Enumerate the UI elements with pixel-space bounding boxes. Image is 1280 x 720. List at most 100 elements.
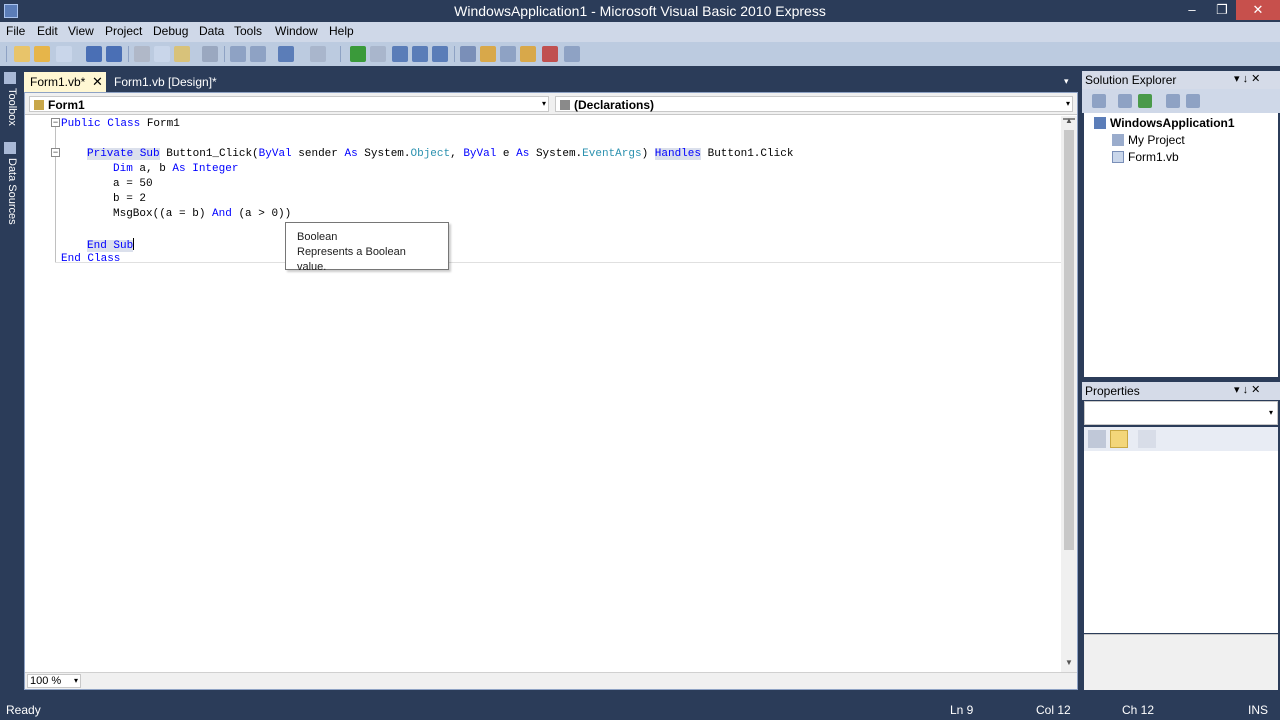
comment-icon[interactable] — [230, 46, 246, 62]
project-icon — [1094, 117, 1106, 129]
start-page-icon[interactable] — [542, 46, 558, 62]
cut-icon[interactable] — [134, 46, 150, 62]
uncomment-icon[interactable] — [250, 46, 266, 62]
tree-item-form1[interactable]: Form1.vb — [1112, 150, 1179, 164]
scroll-up-icon[interactable]: ▲ — [1065, 116, 1073, 125]
tree-item-my-project[interactable]: My Project — [1112, 133, 1185, 147]
redo-icon[interactable] — [310, 46, 326, 62]
find-icon[interactable] — [202, 46, 218, 62]
step-over-icon[interactable] — [412, 46, 428, 62]
status-insert-mode: INS — [1248, 703, 1269, 717]
step-out-icon[interactable] — [432, 46, 448, 62]
class-name-combo[interactable]: Form1 ▾ — [29, 96, 549, 112]
toolbar-separator — [224, 46, 225, 62]
toolbox-icon[interactable] — [520, 46, 536, 62]
chevron-down-icon[interactable]: ▾ — [74, 676, 78, 685]
view-designer-icon[interactable] — [1186, 94, 1200, 108]
chevron-down-icon[interactable]: ▾ — [1269, 408, 1273, 417]
code-line-7: MsgBox((a = b) And (a > 0)) — [113, 208, 292, 220]
restore-button[interactable]: ❐ — [1208, 0, 1236, 20]
add-item-icon[interactable] — [56, 46, 72, 62]
zoom-value: 100 % — [30, 675, 62, 687]
menu-debug[interactable]: Debug — [153, 24, 188, 38]
title-bar: WindowsApplication1 - Microsoft Visual B… — [0, 0, 1280, 22]
menu-project[interactable]: Project — [105, 24, 142, 38]
code-text-area[interactable]: − − Public Class Form1 Private Sub Butto… — [25, 116, 1061, 672]
solution-explorer-icon[interactable] — [460, 46, 476, 62]
scroll-thumb[interactable] — [1064, 130, 1074, 550]
show-all-files-icon[interactable] — [1118, 94, 1132, 108]
collapse-class-icon[interactable]: − — [51, 118, 60, 127]
undo-icon[interactable] — [278, 46, 294, 62]
alphabetical-icon[interactable] — [1110, 430, 1128, 448]
data-sources-tab[interactable]: Data Sources — [2, 158, 18, 225]
properties-toolbar — [1084, 427, 1278, 451]
object-selector-combo[interactable]: ▾ — [1084, 401, 1278, 425]
scroll-down-icon[interactable]: ▼ — [1065, 658, 1073, 667]
menu-file[interactable]: File — [6, 24, 25, 38]
start-debugging-icon[interactable] — [350, 46, 366, 62]
menu-help[interactable]: Help — [329, 24, 354, 38]
minimize-button[interactable]: – — [1178, 0, 1206, 20]
class-icon — [34, 100, 44, 110]
chevron-down-icon[interactable]: ▾ — [542, 99, 546, 108]
vertical-scrollbar[interactable]: ▲ ▼ — [1061, 116, 1077, 672]
tab-form1-code[interactable]: Form1.vb* ✕ — [24, 72, 106, 92]
chevron-down-icon[interactable]: ▾ — [1066, 99, 1070, 108]
toolbar-separator — [340, 46, 341, 62]
toolbar-separator — [454, 46, 455, 62]
toolbar-grip[interactable] — [6, 46, 7, 62]
toolbar-separator — [128, 46, 129, 62]
paste-icon[interactable] — [174, 46, 190, 62]
menu-tools[interactable]: Tools — [234, 24, 262, 38]
properties-title: Properties — [1085, 384, 1140, 398]
refresh-icon[interactable] — [1138, 94, 1152, 108]
open-file-icon[interactable] — [34, 46, 50, 62]
collapse-sub-icon[interactable]: − — [51, 148, 60, 157]
object-browser-icon[interactable] — [500, 46, 516, 62]
panel-pin-close-icons[interactable]: ▾ ↓ ✕ — [1234, 383, 1260, 396]
property-grid[interactable] — [1084, 451, 1278, 633]
menu-edit[interactable]: Edit — [37, 24, 58, 38]
panel-pin-close-icons[interactable]: ▾ ↓ ✕ — [1234, 72, 1260, 85]
property-description-pane — [1084, 634, 1278, 690]
horizontal-scrollbar[interactable]: 100 % ▾ — [25, 672, 1077, 689]
properties-header[interactable]: Properties ▾ ↓ ✕ — [1082, 382, 1280, 400]
code-line-9: End Sub — [87, 238, 135, 252]
solution-explorer-header[interactable]: Solution Explorer ▾ ↓ ✕ — [1082, 71, 1280, 89]
menu-window[interactable]: Window — [275, 24, 318, 38]
extension-manager-icon[interactable] — [564, 46, 580, 62]
step-into-icon[interactable] — [392, 46, 408, 62]
properties-icon[interactable] — [1092, 94, 1106, 108]
code-line-5: a = 50 — [113, 178, 153, 190]
tab-form1-design[interactable]: Form1.vb [Design]* — [108, 72, 223, 92]
window-title: WindowsApplication1 - Microsoft Visual B… — [454, 3, 826, 19]
outline-margin — [55, 122, 56, 262]
data-sources-tab-icon[interactable] — [4, 142, 16, 154]
view-code-icon[interactable] — [1166, 94, 1180, 108]
toolbox-tab-icon[interactable] — [4, 72, 16, 84]
tree-item-solution[interactable]: WindowsApplication1 — [1094, 116, 1235, 130]
zoom-combo[interactable]: 100 % ▾ — [27, 674, 81, 688]
copy-icon[interactable] — [154, 46, 170, 62]
code-editor: Form1 ▾ (Declarations) ▾ − − Public Clas… — [24, 92, 1078, 690]
property-pages-icon[interactable] — [1138, 430, 1156, 448]
categorized-icon[interactable] — [1088, 430, 1106, 448]
method-name-combo[interactable]: (Declarations) ▾ — [555, 96, 1073, 112]
new-project-icon[interactable] — [14, 46, 30, 62]
menu-view[interactable]: View — [68, 24, 94, 38]
save-icon[interactable] — [86, 46, 102, 62]
close-window-button[interactable]: ✕ — [1236, 0, 1280, 20]
save-all-icon[interactable] — [106, 46, 122, 62]
status-column: Col 12 — [1036, 703, 1071, 717]
solution-explorer-title: Solution Explorer — [1085, 73, 1177, 87]
properties-window-icon[interactable] — [480, 46, 496, 62]
tab-label: Form1.vb* — [30, 75, 86, 89]
menu-data[interactable]: Data — [199, 24, 224, 38]
toolbox-tab[interactable]: Toolbox — [2, 88, 18, 126]
status-bar: Ready Ln 9 Col 12 Ch 12 INS — [0, 700, 1280, 720]
close-tab-icon[interactable]: ✕ — [92, 74, 103, 90]
active-files-dropdown-icon[interactable]: ▾ — [1064, 76, 1069, 87]
stop-debugging-icon[interactable] — [370, 46, 386, 62]
declarations-icon — [560, 100, 570, 110]
